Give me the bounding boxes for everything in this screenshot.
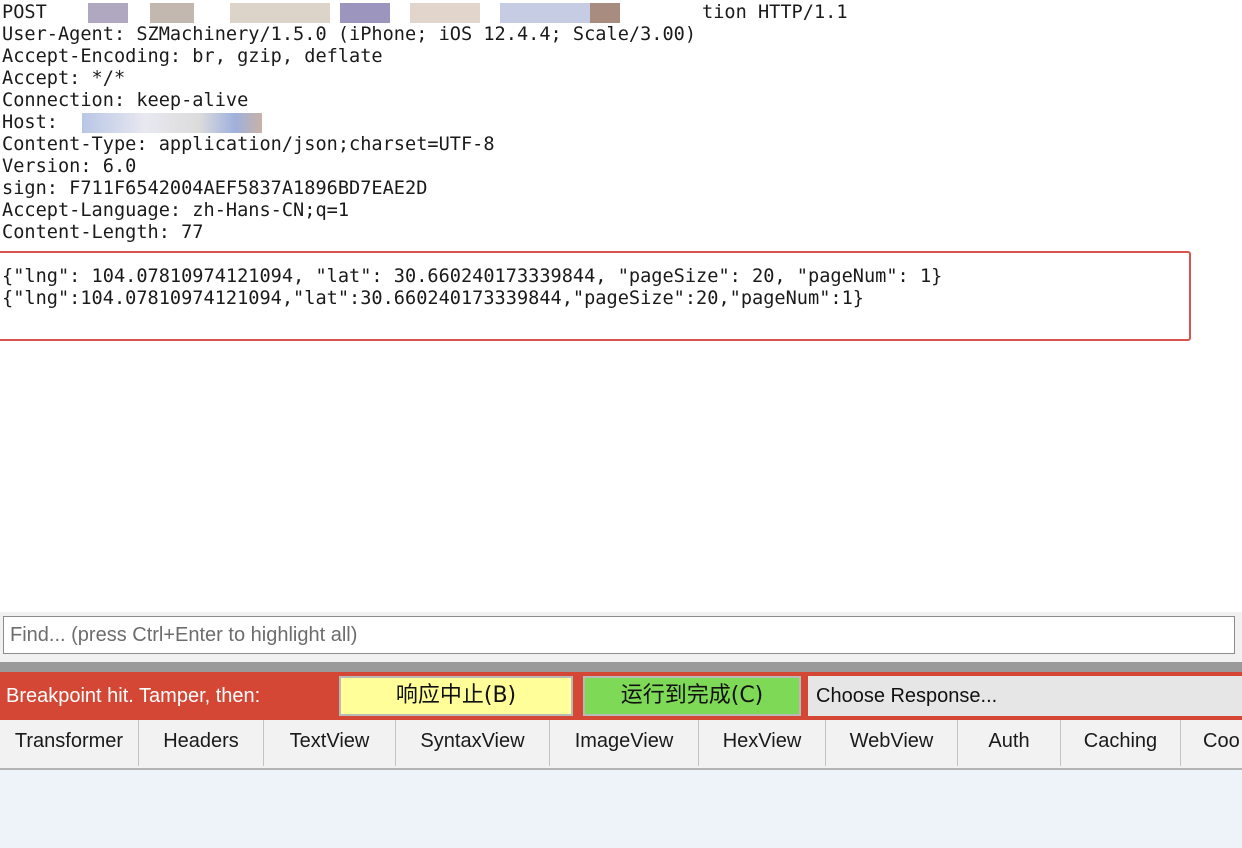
response-pane[interactable] [0, 770, 1242, 848]
choose-response-dropdown[interactable]: Choose Response... [808, 676, 1242, 716]
run-to-completion-button[interactable]: 运行到完成(C) [583, 676, 801, 716]
tab-caching[interactable]: Caching [1061, 720, 1181, 766]
redaction-block [500, 3, 590, 23]
tab-syntaxview[interactable]: SyntaxView [396, 720, 550, 766]
redaction-block [150, 3, 194, 23]
redaction-block [410, 3, 480, 23]
tab-hexview[interactable]: HexView [699, 720, 826, 766]
redaction-block [340, 3, 390, 23]
tab-imageview[interactable]: ImageView [550, 720, 699, 766]
tab-cookies[interactable]: Coo [1181, 720, 1242, 766]
header-host: Host: [2, 112, 58, 133]
splitter[interactable] [0, 662, 1242, 672]
tab-webview[interactable]: WebView [826, 720, 958, 766]
header-content-length: Content-Length: 77 [2, 222, 204, 243]
abort-response-button[interactable]: 响应中止(B) [339, 676, 573, 716]
redaction-block [88, 3, 128, 23]
request-line-suffix: tion HTTP/1.1 [702, 2, 848, 23]
header-user-agent: User-Agent: SZMachinery/1.5.0 (iPhone; i… [2, 24, 697, 45]
header-version: Version: 6.0 [2, 156, 137, 177]
header-content-type: Content-Type: application/json;charset=U… [2, 134, 495, 155]
find-bar: Find... (press Ctrl+Enter to highlight a… [0, 612, 1242, 662]
header-accept-language: Accept-Language: zh-Hans-CN;q=1 [2, 200, 350, 221]
request-line-method: POST [2, 2, 47, 23]
tab-headers[interactable]: Headers [139, 720, 264, 766]
breakpoint-bar: Breakpoint hit. Tamper, then: 响应中止(B) 运行… [0, 672, 1242, 720]
body-line-compact: {"lng":104.07810974121094,"lat":30.66024… [2, 288, 864, 309]
header-sign: sign: F711F6542004AEF5837A1896BD7EAE2D [2, 178, 428, 199]
raw-request-view[interactable]: POST tion HTTP/1.1 User-Agent: SZMachine… [0, 0, 1242, 612]
header-accept: Accept: */* [2, 68, 126, 89]
tab-auth[interactable]: Auth [958, 720, 1061, 766]
redaction-block [230, 3, 330, 23]
redaction-block [590, 3, 620, 23]
find-input[interactable]: Find... (press Ctrl+Enter to highlight a… [3, 616, 1235, 654]
header-accept-encoding: Accept-Encoding: br, gzip, deflate [2, 46, 383, 67]
tab-transformer[interactable]: Transformer [0, 720, 139, 766]
host-redaction [82, 113, 262, 133]
header-connection: Connection: keep-alive [2, 90, 249, 111]
tab-textview[interactable]: TextView [264, 720, 396, 766]
breakpoint-label: Breakpoint hit. Tamper, then: [6, 685, 261, 707]
body-line-formatted: {"lng": 104.07810974121094, "lat": 30.66… [2, 266, 943, 287]
inspector-tabs: Transformer Headers TextView SyntaxView … [0, 720, 1242, 770]
